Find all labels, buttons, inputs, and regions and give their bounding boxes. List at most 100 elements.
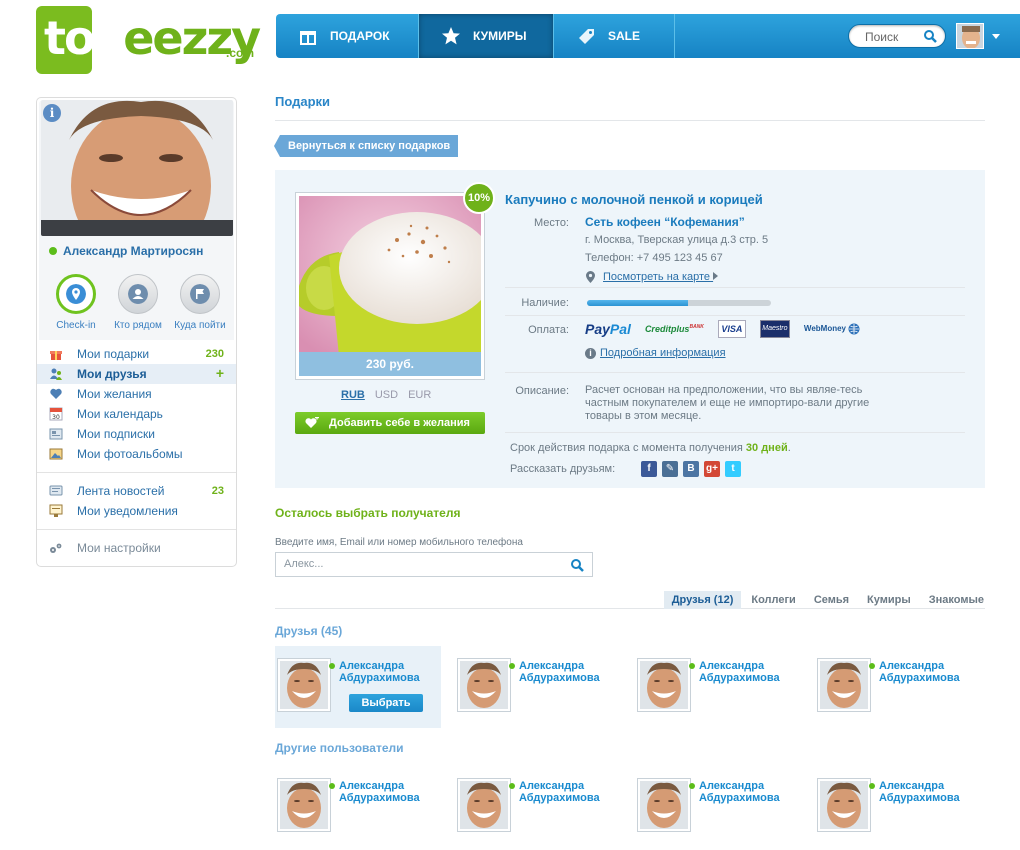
sidebar-item-subscriptions[interactable]: Мои подписки: [37, 424, 236, 444]
vkontakte-share-icon[interactable]: B: [683, 461, 699, 477]
twitter-share-icon[interactable]: t: [725, 461, 741, 477]
avatar[interactable]: [637, 778, 691, 832]
sidebar-item-label: Мои настройки: [77, 541, 161, 555]
friends-section-title: Друзья (45): [275, 624, 343, 638]
recipient-filter-tabs: Друзья (12) Коллеги Семья Кумиры Знакомы…: [663, 591, 984, 609]
search-box[interactable]: Поиск: [848, 24, 946, 48]
where-to-go-button[interactable]: Куда пойти: [169, 274, 231, 331]
info-icon[interactable]: i: [43, 104, 61, 122]
facebook-share-icon[interactable]: f: [641, 461, 657, 477]
search-icon[interactable]: [571, 559, 584, 572]
tab-colleagues[interactable]: Коллеги: [743, 591, 803, 609]
recipient-card[interactable]: Александра Абдурахимова: [455, 766, 621, 848]
friends-icon: [50, 368, 62, 380]
recipient-name[interactable]: Александра Абдурахимова: [329, 660, 420, 684]
recipient-name[interactable]: Александра Абдурахимова: [869, 780, 960, 804]
chevron-down-icon[interactable]: [992, 34, 1000, 39]
others-section-title: Другие пользователи: [275, 741, 404, 755]
tab-family[interactable]: Семья: [806, 591, 857, 609]
search-icon[interactable]: [924, 30, 937, 43]
user-avatar[interactable]: [956, 23, 984, 49]
gift-icon: [300, 31, 316, 45]
nav-idols[interactable]: КУМИРЫ: [419, 14, 553, 58]
recipient-card[interactable]: Александра Абдурахимова: [635, 646, 801, 728]
add-friend-button[interactable]: +: [216, 365, 224, 381]
tab-friends[interactable]: Друзья (12): [663, 591, 742, 609]
sidebar-item-label: Мои календарь: [77, 407, 163, 421]
tab-idols[interactable]: Кумиры: [859, 591, 919, 609]
user-name-row[interactable]: Александр Мартиросян: [49, 244, 203, 258]
currency-eur[interactable]: EUR: [408, 389, 431, 401]
profile-card: i Александр Мартиросян Check-in Кто рядо…: [36, 97, 237, 567]
gifts-count: 230: [205, 348, 224, 360]
recipient-name[interactable]: Александра Абдурахимова: [509, 660, 600, 684]
sidebar-item-wishes[interactable]: Мои желания: [37, 384, 236, 404]
notifications-icon: [49, 504, 63, 517]
checkin-label: Check-in: [56, 320, 96, 331]
avatar[interactable]: [277, 658, 331, 712]
add-to-wishlist-button[interactable]: Добавить себе в желания: [295, 412, 485, 434]
recipient-name[interactable]: Александра Абдурахимова: [689, 780, 780, 804]
avatar[interactable]: [457, 778, 511, 832]
news-count: 23: [211, 485, 224, 497]
nav-gift[interactable]: ПОДАРОК: [276, 14, 418, 58]
gift-image[interactable]: 230 руб.: [295, 192, 485, 380]
sidebar-item-news[interactable]: Лента новостей 23: [37, 481, 236, 501]
avatar[interactable]: [637, 658, 691, 712]
sidebar-item-label: Мои фотоальбомы: [77, 447, 183, 461]
recipient-card[interactable]: Александра Абдурахимова: [455, 646, 621, 728]
recipient-search-input[interactable]: [284, 553, 564, 575]
view-on-map-link[interactable]: Посмотреть на карте: [603, 271, 719, 283]
recipient-name[interactable]: Александра Абдурахимова: [509, 780, 600, 804]
avatar[interactable]: [817, 658, 871, 712]
recipient-card[interactable]: Александра Абдурахимова: [275, 766, 441, 848]
share-label: Рассказать друзьям:: [510, 463, 616, 475]
avatar[interactable]: [457, 658, 511, 712]
nav-idols-label: КУМИРЫ: [473, 29, 527, 43]
sidebar-item-friends[interactable]: Мои друзья +: [37, 364, 236, 384]
choose-recipient-button[interactable]: Выбрать: [349, 694, 423, 712]
details-link[interactable]: Подробная информация: [600, 347, 726, 359]
currency-rub[interactable]: RUB: [341, 389, 365, 401]
recipient-name[interactable]: Александра Абдурахимова: [869, 660, 960, 684]
recipient-card[interactable]: Александра Абдурахимова: [815, 766, 981, 848]
sidebar-item-gifts[interactable]: Мои подарки 230: [37, 344, 236, 364]
availability-label: Наличие:: [521, 297, 569, 309]
logo[interactable]: tooeezzy .com: [36, 6, 261, 76]
sidebar-item-calendar[interactable]: 30 Мои календарь: [37, 404, 236, 424]
checkin-button[interactable]: Check-in: [45, 274, 107, 331]
recipient-search-field[interactable]: [275, 552, 593, 577]
sidebar-item-photo-albums[interactable]: Мои фотоальбомы: [37, 444, 236, 464]
search-placeholder: Поиск: [865, 30, 899, 44]
recipient-card[interactable]: Александра Абдурахимова Выбрать: [275, 646, 441, 728]
info-icon: i: [585, 348, 596, 359]
place-phone: Телефон: +7 495 123 45 67: [585, 252, 723, 264]
sidebar-item-label: Лента новостей: [77, 484, 165, 498]
recipient-title: Осталось выбрать получателя: [275, 506, 461, 520]
profile-photo[interactable]: [41, 100, 233, 236]
recipient-name[interactable]: Александра Абдурахимова: [689, 660, 780, 684]
tab-acquaintances[interactable]: Знакомые: [921, 591, 984, 609]
back-to-gifts-button[interactable]: Вернуться к списку подарков: [273, 135, 459, 157]
price-tag: 230 руб.: [299, 352, 481, 376]
nearby-button[interactable]: Кто рядом: [107, 274, 169, 331]
sidebar-item-notifications[interactable]: Мои уведомления: [37, 501, 236, 521]
place-name[interactable]: Сеть кофеен “Кофемания”: [585, 215, 745, 229]
avatar[interactable]: [277, 778, 331, 832]
user-name: Александр Мартиросян: [63, 244, 204, 258]
livejournal-share-icon[interactable]: ✎: [662, 461, 678, 477]
recipient-card[interactable]: Александра Абдурахимова: [815, 646, 981, 728]
currency-usd[interactable]: USD: [375, 389, 398, 401]
avatar[interactable]: [817, 778, 871, 832]
recipient-name[interactable]: Александра Абдурахимова: [329, 780, 420, 804]
globe-icon: [848, 323, 860, 335]
nav-sale[interactable]: SALE: [554, 14, 674, 58]
gears-icon: [50, 543, 62, 553]
online-status-dot: [329, 663, 335, 669]
logo-domain: .com: [226, 46, 255, 60]
google-plus-share-icon[interactable]: g+: [704, 461, 720, 477]
sidebar-item-settings[interactable]: Мои настройки: [37, 538, 236, 558]
recipient-card[interactable]: Александра Абдурахимова: [635, 766, 801, 848]
sidebar-menu: Мои подарки 230 Мои друзья + Мои желания…: [37, 344, 236, 558]
online-status-dot: [509, 783, 515, 789]
